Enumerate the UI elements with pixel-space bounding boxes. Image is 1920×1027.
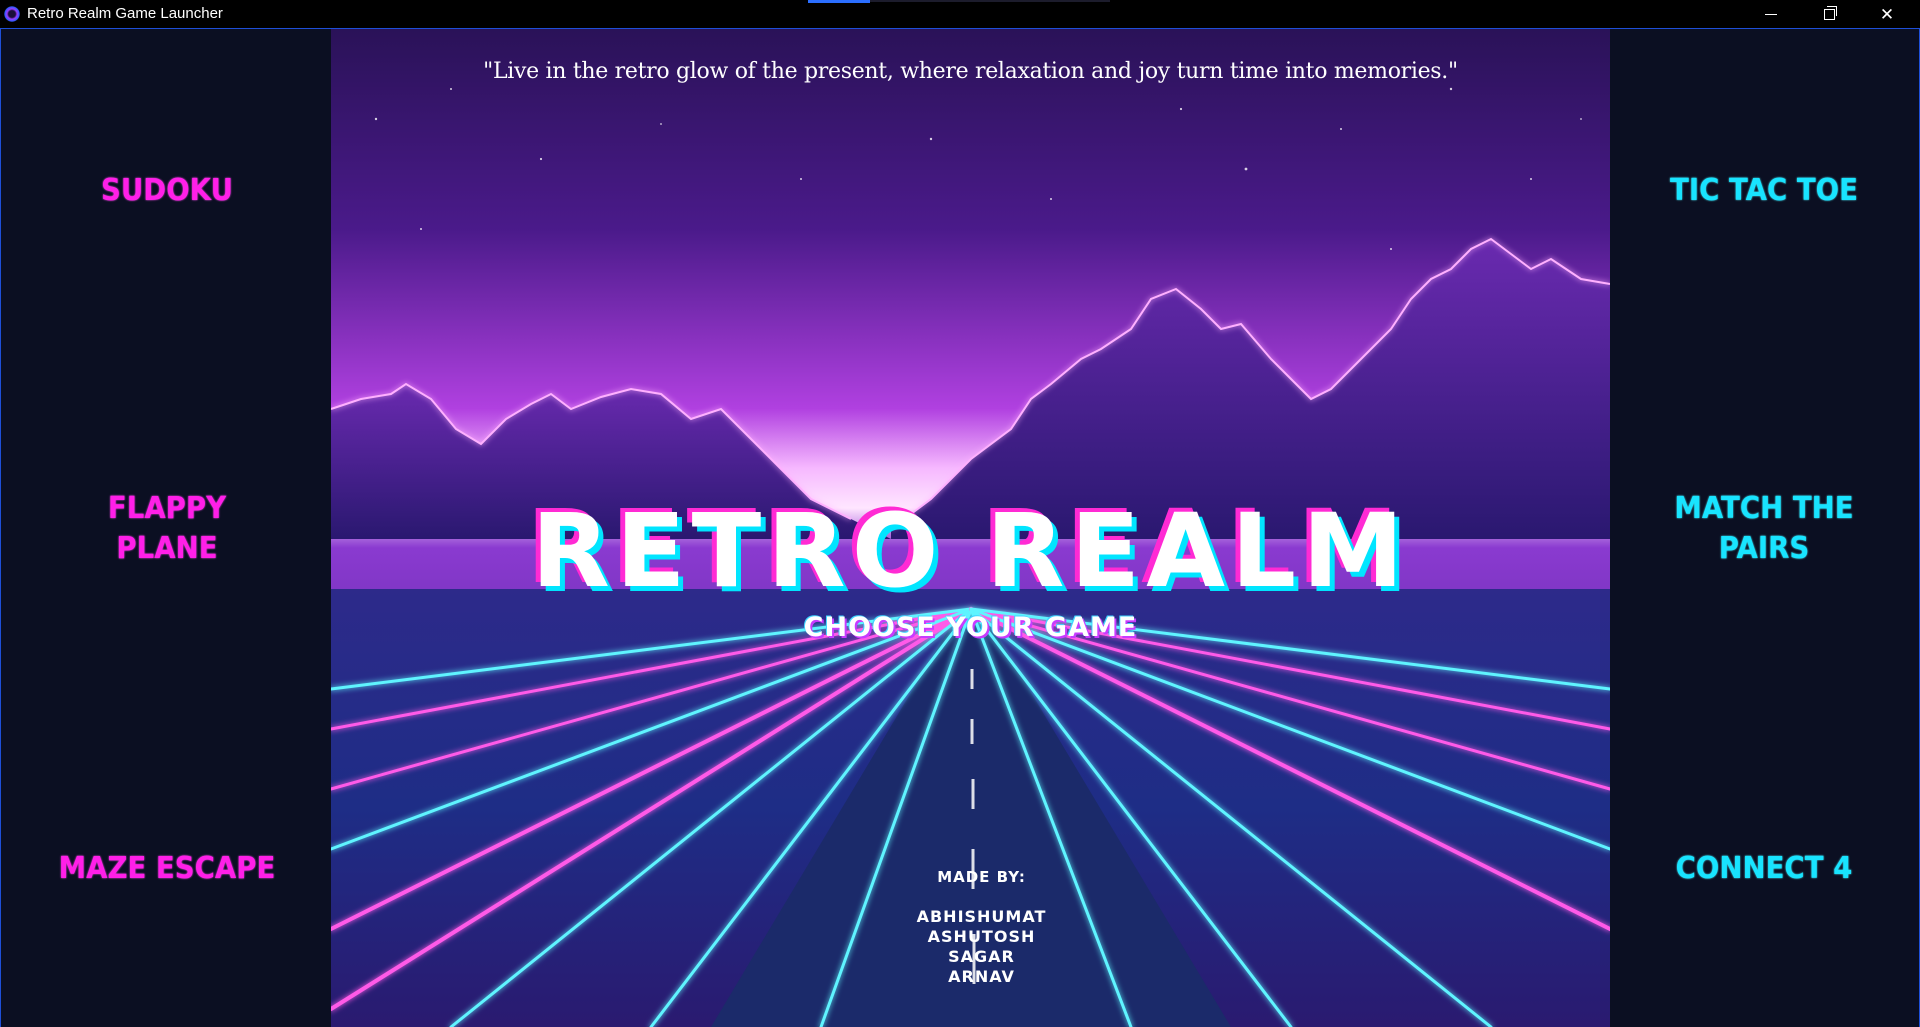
choose-game-subtitle: CHOOSE YOUR GAME	[803, 612, 1138, 643]
credits-heading: MADE BY:	[937, 868, 1026, 886]
maximize-button[interactable]	[1800, 0, 1858, 29]
match-the-pairs-label-line1: MATCH THE	[1674, 491, 1854, 526]
minimize-button[interactable]	[1742, 0, 1800, 29]
credit-name: ASHUTOSH	[927, 927, 1036, 946]
window-titlebar: Retro Realm Game Launcher ✕	[0, 0, 1920, 29]
tic-tac-toe-label: TIC TAC TOE	[1669, 173, 1859, 208]
close-icon: ✕	[1879, 4, 1895, 25]
synthwave-banner: "Live in the retro glow of the present, …	[331, 29, 1610, 1027]
maze-escape-label: MAZE ESCAPE	[58, 851, 276, 886]
left-game-panel: SUDOKU FLAPPY PLANE MAZE ESCAPE	[0, 29, 331, 1027]
flappy-plane-button[interactable]: FLAPPY PLANE	[71, 489, 262, 569]
connect-4-label: CONNECT 4	[1675, 851, 1853, 886]
credit-name: SAGAR	[948, 947, 1015, 966]
credit-name: ABHISHUMAT	[916, 907, 1047, 926]
tic-tac-toe-button[interactable]: TIC TAC TOE	[1654, 171, 1875, 211]
sudoku-label: SUDOKU	[101, 173, 233, 208]
connect-4-button[interactable]: CONNECT 4	[1654, 849, 1875, 889]
app-logo-icon	[4, 6, 20, 22]
match-the-pairs-label-line2: PAIRS	[1718, 531, 1810, 566]
close-button[interactable]: ✕	[1858, 0, 1916, 29]
flappy-plane-label-line2: PLANE	[116, 531, 218, 566]
restore-icon	[1823, 6, 1837, 20]
credits-list: ABHISHUMAT ASHUTOSH SAGAR ARNAV	[331, 907, 1610, 987]
taskbar-accent	[808, 0, 870, 3]
maze-escape-button[interactable]: MAZE ESCAPE	[53, 849, 281, 889]
match-the-pairs-button[interactable]: MATCH THE PAIRS	[1654, 489, 1875, 569]
tagline-quote: "Live in the retro glow of the present, …	[483, 59, 1458, 84]
minimize-icon	[1765, 14, 1777, 15]
taskbar-accent-dark	[870, 0, 1110, 2]
window-title: Retro Realm Game Launcher	[27, 5, 223, 22]
sudoku-button[interactable]: SUDOKU	[71, 171, 262, 211]
right-game-panel: TIC TAC TOE MATCH THE PAIRS CONNECT 4	[1610, 29, 1920, 1027]
credit-name: ARNAV	[948, 967, 1015, 986]
flappy-plane-label-line1: FLAPPY	[107, 491, 227, 526]
app-title: RETRO REALM	[531, 492, 1410, 611]
